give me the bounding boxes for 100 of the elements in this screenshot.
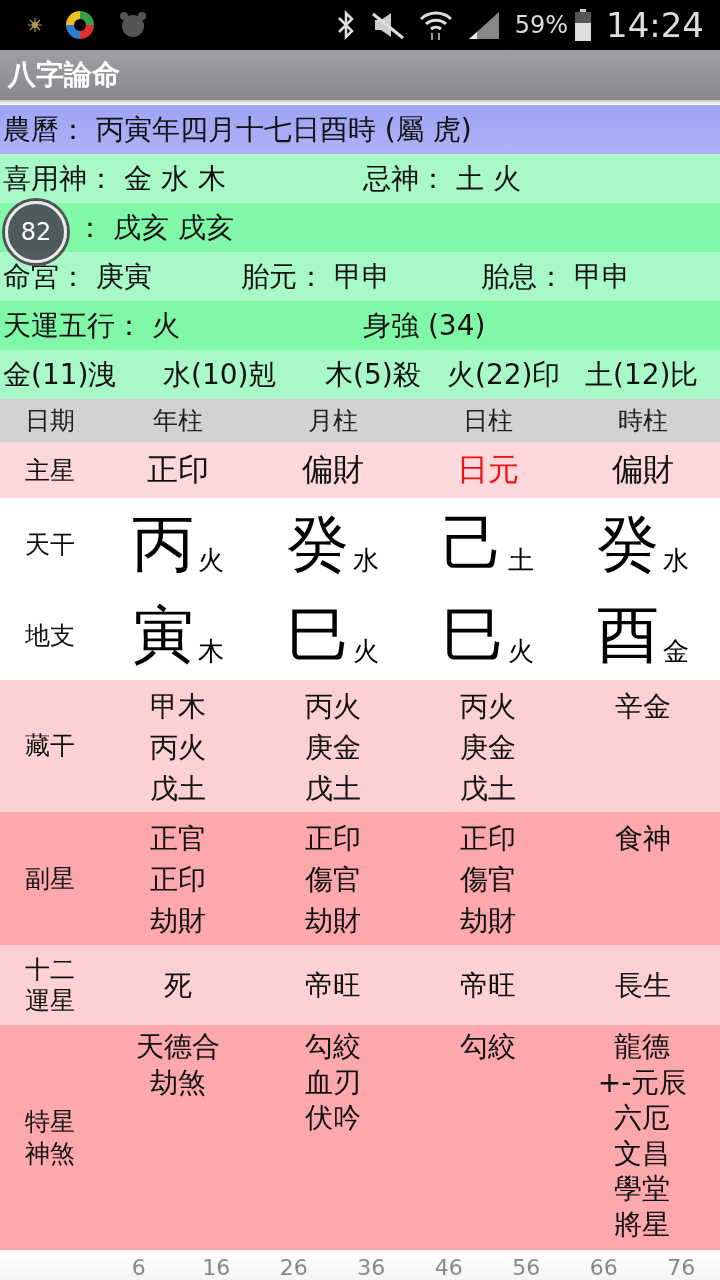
info-text: 水(10)剋 <box>163 356 278 393</box>
table-cell: 將星 <box>614 1206 671 1242</box>
element-label: 水 <box>662 546 689 575</box>
info-text: ： 戌亥 戌亥 <box>76 209 235 246</box>
table-cell-text: 偏財 <box>611 450 674 489</box>
clock: 14:24 <box>606 5 704 45</box>
window-title: 八字論命 <box>8 57 120 93</box>
table-cell-text: 正印 <box>459 821 516 857</box>
row-label: 藏干 <box>25 730 75 762</box>
table-cell: 伏吟 <box>304 1100 361 1136</box>
pillar-character: 癸 <box>596 513 659 575</box>
pillar-character: 癸 <box>286 513 349 575</box>
table-cell-text: 正印 <box>146 450 209 489</box>
table-cell-text: 正官 <box>149 821 206 857</box>
element-label: 金 <box>662 637 689 666</box>
info-text: 土(12)比 <box>585 356 700 393</box>
column-header: 日期 <box>25 405 75 437</box>
table-cell: 文昌 <box>614 1135 671 1171</box>
info-text: 胎息： 甲申 <box>481 258 631 295</box>
info-text: 金(11)洩 <box>3 356 118 393</box>
table-cell: +-元辰 <box>597 1064 688 1100</box>
pillar-character: 酉 <box>596 604 659 666</box>
table-cell-text: 戊土 <box>149 771 206 807</box>
table-cell-text: 戊土 <box>459 771 516 807</box>
table-cell-text: 長生 <box>614 967 671 1004</box>
element-label: 火 <box>352 637 379 666</box>
info-text: 木(5)殺 <box>325 356 422 393</box>
table-cell-text: 傷官 <box>304 862 361 898</box>
table-cell-text: 劫財 <box>149 903 206 939</box>
age-label: 66 <box>589 1255 618 1280</box>
mute-icon <box>370 10 405 40</box>
row-label: 十二 <box>25 953 75 985</box>
age-label: 46 <box>434 1255 463 1280</box>
row-label: 主星 <box>25 454 75 487</box>
wifi-icon <box>418 9 453 41</box>
table-cell: 學堂 <box>614 1171 671 1207</box>
table-cell-text: 丙火 <box>149 730 206 766</box>
table-cell-text: 辛金 <box>614 689 671 725</box>
element-label: 火 <box>197 546 224 575</box>
info-text: 忌神： 土 火 <box>363 160 522 197</box>
table-cell-text: 丙火 <box>304 689 361 725</box>
table-cell: 六厄 <box>614 1100 671 1136</box>
age-label: 26 <box>279 1255 308 1280</box>
table-cell: 龍德 <box>614 1029 671 1065</box>
table-cell-text: 甲木 <box>149 689 206 725</box>
table-cell: 劫煞 <box>149 1064 206 1100</box>
info-text: 天運五行： 火 <box>3 307 181 344</box>
battery-icon <box>574 9 592 41</box>
element-label: 火 <box>507 637 534 666</box>
table-cell-text: 死 <box>163 967 192 1004</box>
column-header: 年柱 <box>152 405 203 437</box>
pillar-character: 巳 <box>286 604 349 666</box>
table-cell: 天德合 <box>135 1029 220 1065</box>
age-label: 16 <box>202 1255 231 1280</box>
table-cell-text: 帝旺 <box>304 967 361 1004</box>
row-label: 副星 <box>25 862 75 895</box>
table-cell-text: 正印 <box>149 862 206 898</box>
element-label: 木 <box>197 637 224 666</box>
info-text: 身強 (34) <box>363 307 487 344</box>
age-label: 6 <box>131 1255 146 1280</box>
table-cell-text: 帝旺 <box>459 967 516 1004</box>
pillar-character: 丙 <box>131 513 194 575</box>
age-label: 36 <box>357 1255 386 1280</box>
app-logo-icon <box>64 9 96 41</box>
row-label: 地支 <box>25 619 75 652</box>
column-header: 月柱 <box>307 405 358 437</box>
pillar-character: 己 <box>441 513 504 575</box>
table-cell-text: 偏財 <box>301 450 364 489</box>
table-cell-text: 日元 <box>456 450 519 489</box>
table-cell-text: 正印 <box>304 821 361 857</box>
column-header: 日柱 <box>462 405 513 437</box>
info-text: 胎元： 甲申 <box>241 258 391 295</box>
table-cell: 勾絞 <box>304 1029 361 1065</box>
column-header: 時柱 <box>617 405 668 437</box>
battery-percent: 59% <box>514 11 568 39</box>
info-text: 農曆： 丙寅年四月十七日酉時 (屬 虎) <box>3 111 473 148</box>
table-cell: 勾絞 <box>459 1029 516 1065</box>
table-cell: 血刃 <box>304 1064 361 1100</box>
row-label: 運星 <box>25 985 75 1017</box>
info-text: 火(22)印 <box>447 356 562 393</box>
table-cell-text: 劫財 <box>304 903 361 939</box>
row-label: 天干 <box>25 528 75 561</box>
element-label: 土 <box>507 546 534 575</box>
row-label: 特星 <box>25 1106 75 1138</box>
table-cell-text: 庚金 <box>304 730 361 766</box>
age-label: 76 <box>667 1255 696 1280</box>
pillar-character: 巳 <box>441 604 504 666</box>
table-cell-text: 丙火 <box>459 689 516 725</box>
floating-badge[interactable]: 82 <box>5 201 67 263</box>
pillar-character: 寅 <box>131 604 194 666</box>
table-cell-text: 戊土 <box>304 771 361 807</box>
row-label: 神煞 <box>25 1137 75 1169</box>
sun-icon <box>28 18 42 32</box>
age-label: 56 <box>512 1255 541 1280</box>
table-cell-text: 劫財 <box>459 903 516 939</box>
table-cell-text: 食神 <box>614 821 671 857</box>
element-label: 水 <box>352 546 379 575</box>
table-cell-text: 傷官 <box>459 862 516 898</box>
info-text: 喜用神： 金 水 木 <box>3 160 227 197</box>
table-cell-text: 庚金 <box>459 730 516 766</box>
